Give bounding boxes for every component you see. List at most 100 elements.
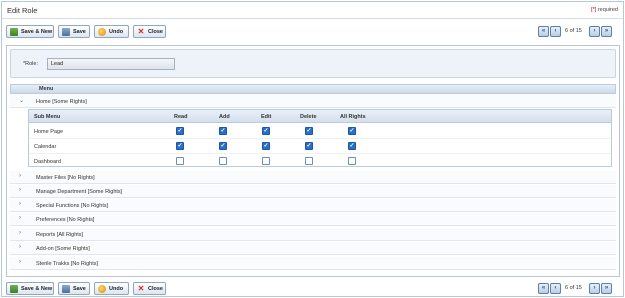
chevron-right-icon[interactable]: › — [19, 259, 21, 265]
pager-top: « ‹ 6 of 15 › » — [538, 26, 613, 39]
delete-checkbox[interactable] — [305, 157, 313, 165]
undo-button[interactable]: Undo — [94, 25, 129, 38]
submenu-name: Dashboard — [34, 159, 61, 165]
delete-checkbox[interactable]: ✓ — [305, 142, 313, 150]
menu-row-special-functions[interactable]: › Special Functions [No Rights] — [10, 199, 616, 212]
chevron-right-icon[interactable]: › — [19, 187, 21, 193]
menu-row-label: Preferences [No Rights] — [36, 217, 95, 223]
all-rights-checkbox[interactable]: ✓ — [348, 142, 356, 150]
required-star: [*] — [591, 7, 597, 13]
edit-checkbox[interactable]: ✓ — [262, 127, 270, 135]
menu-row-label: Manage Department [Some Rights] — [36, 189, 123, 195]
role-input[interactable]: Lead — [47, 58, 175, 70]
last-page-button[interactable]: » — [601, 283, 612, 294]
chevron-right-icon[interactable]: › — [19, 215, 21, 221]
all-rights-checkbox[interactable]: ✓ — [348, 127, 356, 135]
undo-icon — [98, 27, 106, 36]
menu-row-manage-department[interactable]: › Manage Department [Some Rights] — [10, 185, 616, 198]
save-label: Save — [73, 285, 86, 292]
last-page-button[interactable]: » — [601, 26, 612, 37]
menu-row-label: Add-on [Some Rights] — [36, 246, 90, 252]
save-new-icon — [10, 27, 18, 36]
undo-label: Undo — [109, 28, 124, 35]
role-label: *Role: — [23, 61, 38, 67]
save-button[interactable]: Save — [58, 282, 90, 295]
chevron-down-icon[interactable]: ⌄ — [19, 97, 24, 104]
save-new-label: Save & New — [21, 285, 53, 292]
first-page-button[interactable]: « — [538, 283, 549, 294]
col-add: Add — [219, 114, 230, 120]
submenu-row: Dashboard — [29, 154, 611, 169]
edit-role-window: Edit Role [*] required Save & New Save U… — [1, 1, 624, 297]
window-header: Edit Role [*] required — [2, 2, 623, 19]
menu-row-label: Sterile Trakks [No Rights] — [36, 261, 99, 267]
save-new-button[interactable]: Save & New — [6, 25, 54, 38]
save-label: Save — [73, 28, 86, 35]
submenu-header: Sub Menu Read Add Edit Delete All Rights — [29, 110, 611, 123]
page-title: Edit Role — [7, 6, 38, 15]
col-read: Read — [174, 114, 188, 120]
chevron-right-icon[interactable]: › — [19, 201, 21, 207]
chevron-right-icon[interactable]: › — [19, 173, 21, 179]
undo-button[interactable]: Undo — [94, 282, 129, 295]
save-new-label: Save & New — [21, 28, 53, 35]
menu-header: Menu — [10, 84, 616, 94]
submenu-table: Sub Menu Read Add Edit Delete All Rights… — [28, 109, 612, 167]
menu-row-label: Special Functions [No Rights] — [36, 203, 109, 209]
read-checkbox[interactable]: ✓ — [176, 142, 184, 150]
menu-row-label: Reports [All Rights] — [36, 232, 84, 238]
close-label: Close — [148, 285, 163, 292]
col-delete: Delete — [300, 114, 317, 120]
required-text: required — [597, 7, 618, 13]
menu-row-preferences[interactable]: › Preferences [No Rights] — [10, 213, 616, 226]
undo-icon — [98, 284, 106, 293]
prev-page-button[interactable]: ‹ — [550, 283, 561, 294]
submenu-name: Calendar — [34, 144, 57, 150]
role-form: *Role: Lead Menu ⌄ Home [Some Rights] Su… — [6, 45, 620, 277]
submenu-row: Calendar ✓ ✓ ✓ ✓ ✓ — [29, 139, 611, 154]
page-info: 6 of 15 — [565, 28, 582, 34]
col-sub-menu: Sub Menu — [34, 114, 61, 120]
next-page-button[interactable]: › — [589, 283, 600, 294]
add-checkbox[interactable]: ✓ — [219, 142, 227, 150]
chevron-right-icon[interactable]: › — [19, 244, 21, 250]
menu-row-add-on[interactable]: › Add-on [Some Rights] — [10, 242, 616, 255]
close-icon: ✕ — [137, 283, 145, 293]
menu-row-master-files[interactable]: › Master Files [No Rights] — [10, 171, 616, 184]
read-checkbox[interactable] — [176, 157, 184, 165]
menu-row-home[interactable]: ⌄ Home [Some Rights] — [10, 95, 616, 108]
read-checkbox[interactable]: ✓ — [176, 127, 184, 135]
save-icon — [62, 27, 70, 36]
col-all-rights: All Rights — [340, 114, 366, 120]
menu-row-label: Master Files [No Rights] — [36, 175, 95, 181]
add-checkbox[interactable] — [219, 157, 227, 165]
prev-page-button[interactable]: ‹ — [550, 26, 561, 37]
all-rights-checkbox[interactable] — [348, 157, 356, 165]
menu-header-label: Menu — [39, 86, 54, 92]
menu-row-label: Home [Some Rights] — [36, 99, 87, 105]
pager-bottom: « ‹ 6 of 15 › » — [538, 283, 613, 296]
close-button[interactable]: ✕ Close — [133, 282, 166, 295]
undo-label: Undo — [109, 285, 124, 292]
close-button[interactable]: ✕ Close — [133, 25, 166, 38]
edit-checkbox[interactable]: ✓ — [262, 142, 270, 150]
menu-row-reports[interactable]: › Reports [All Rights] — [10, 228, 616, 241]
add-checkbox[interactable]: ✓ — [219, 127, 227, 135]
edit-checkbox[interactable] — [262, 157, 270, 165]
save-new-button[interactable]: Save & New — [6, 282, 54, 295]
save-new-icon — [10, 284, 18, 293]
page-info: 6 of 15 — [565, 285, 582, 291]
close-label: Close — [148, 28, 163, 35]
first-page-button[interactable]: « — [538, 26, 549, 37]
delete-checkbox[interactable]: ✓ — [305, 127, 313, 135]
next-page-button[interactable]: › — [589, 26, 600, 37]
menu-row-sterile-trakks[interactable]: › Sterile Trakks [No Rights] — [10, 257, 616, 270]
submenu-row: Home Page ✓ ✓ ✓ ✓ ✓ — [29, 124, 611, 139]
top-toolbar: Save & New Save Undo ✕ Close « ‹ 6 of 15 … — [2, 24, 623, 42]
required-note: [*] required — [591, 7, 618, 13]
save-icon — [62, 284, 70, 293]
chevron-right-icon[interactable]: › — [19, 230, 21, 236]
save-button[interactable]: Save — [58, 25, 90, 38]
close-icon: ✕ — [137, 26, 145, 36]
role-section: *Role: Lead — [10, 49, 616, 78]
